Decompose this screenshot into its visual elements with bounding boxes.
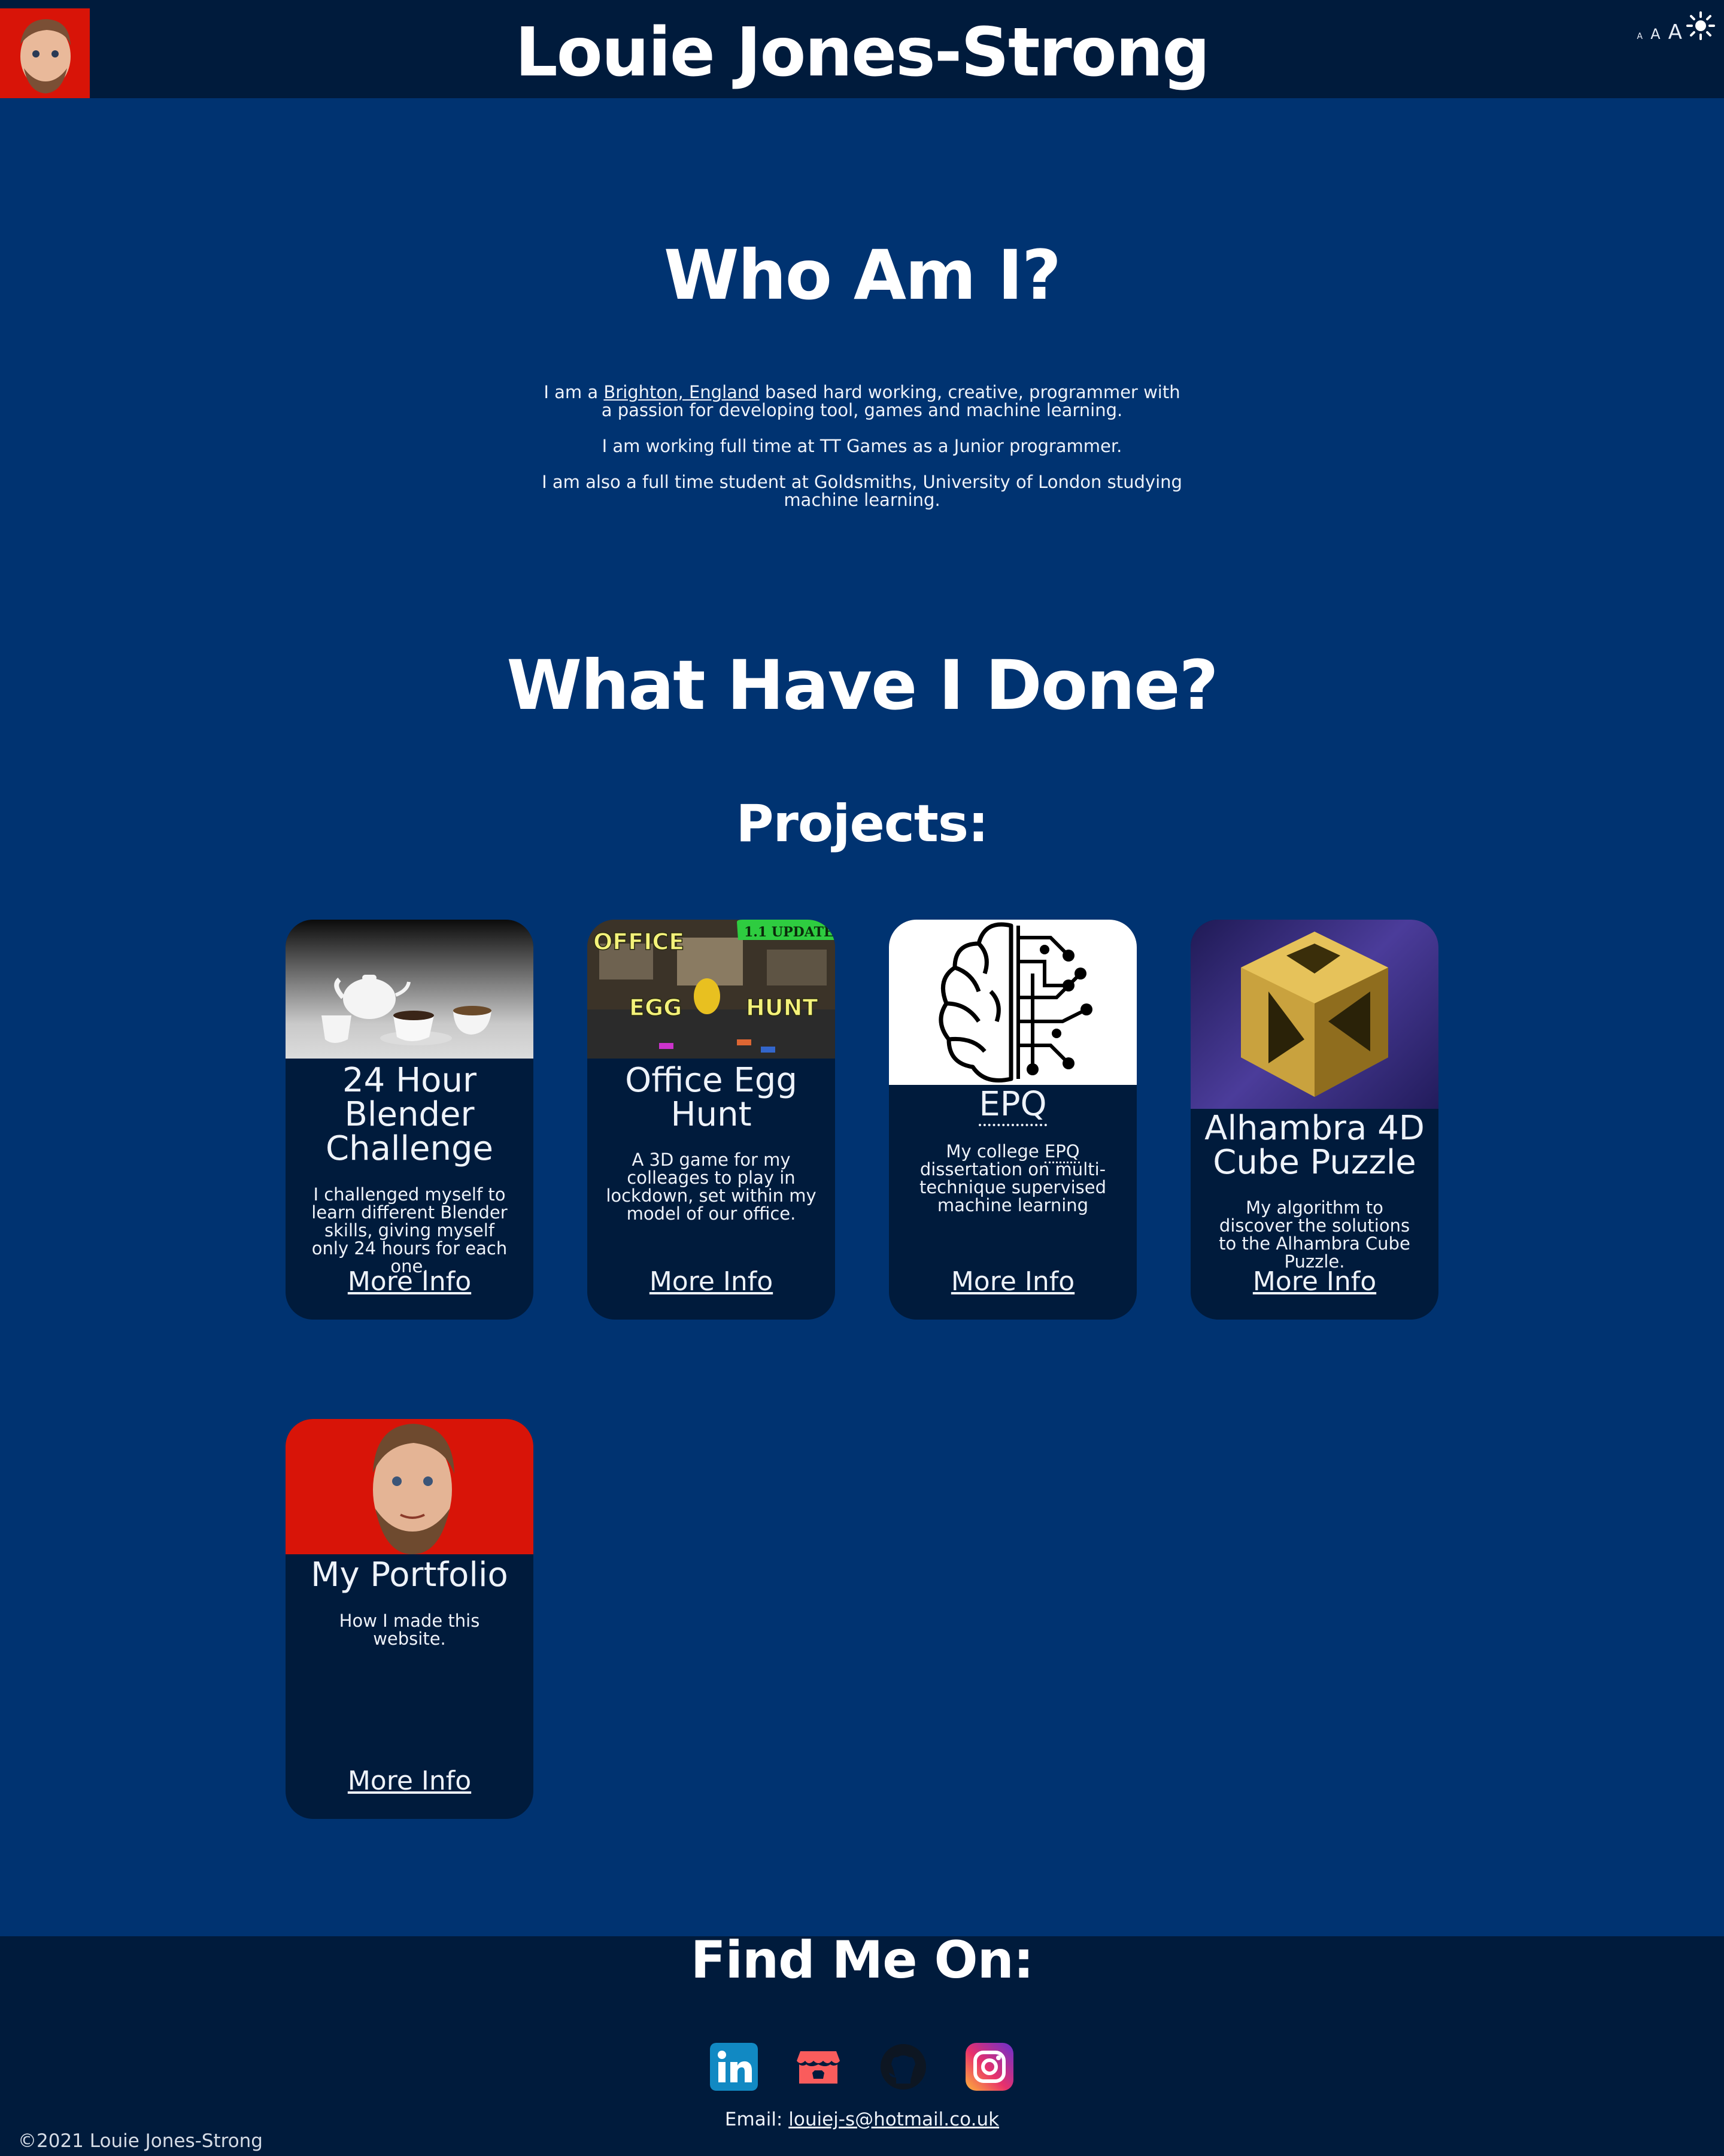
itchio-icon[interactable] bbox=[794, 2043, 842, 2091]
font-size-small-button[interactable]: A bbox=[1637, 32, 1643, 41]
about-text: I am a Brighton, England based hard work… bbox=[539, 383, 1185, 527]
about-heading: Who Am I? bbox=[663, 235, 1061, 315]
about-study: I am also a full time student at Goldsmi… bbox=[542, 472, 1182, 510]
svg-text:HUNT: HUNT bbox=[746, 994, 818, 1021]
about-intro: I am a Brighton, England based hard work… bbox=[544, 382, 1180, 420]
instagram-icon[interactable] bbox=[966, 2043, 1013, 2091]
epq-abbr: EPQ bbox=[979, 1085, 1047, 1126]
more-info-link[interactable]: More Info bbox=[587, 1267, 835, 1297]
project-description: I challenged myself to learn different B… bbox=[311, 1184, 508, 1276]
project-card-epq[interactable]: EPQ My college EPQ dissertation on multi… bbox=[889, 920, 1137, 1320]
project-card-alhambra[interactable]: Alhambra 4D Cube Puzzle My algorithm to … bbox=[1191, 920, 1438, 1320]
about-job: I am working full time at TT Games as a … bbox=[602, 436, 1122, 456]
project-title: Office Egg Hunt bbox=[625, 1061, 797, 1134]
project-description: How I made this website. bbox=[339, 1611, 480, 1649]
teapot-cups-render-icon bbox=[286, 920, 533, 1059]
font-size-large-button[interactable]: A bbox=[1668, 20, 1682, 44]
project-title: My Portfolio bbox=[311, 1555, 508, 1594]
brain-circuit-icon bbox=[889, 920, 1137, 1085]
more-info-link[interactable]: More Info bbox=[286, 1267, 533, 1297]
work-heading: What Have I Done? bbox=[506, 645, 1218, 725]
gold-cube-puzzle-icon bbox=[1191, 920, 1438, 1109]
more-info-link[interactable]: More Info bbox=[1191, 1267, 1438, 1297]
linkedin-icon[interactable] bbox=[710, 2043, 758, 2091]
font-size-controls: A A A bbox=[1637, 20, 1687, 44]
project-title: 24 Hour Blender Challenge bbox=[326, 1061, 493, 1168]
email-link[interactable]: louiej-s@hotmail.co.uk bbox=[788, 2109, 999, 2130]
location-link[interactable]: Brighton, England bbox=[603, 382, 759, 402]
email-line: Email: louiej-s@hotmail.co.uk bbox=[724, 2109, 1000, 2130]
project-title: Alhambra 4D Cube Puzzle bbox=[1204, 1109, 1425, 1182]
project-description: A 3D game for my colleages to play in lo… bbox=[606, 1150, 817, 1224]
sun-icon[interactable] bbox=[1686, 11, 1716, 41]
copyright: ©2021 Louie Jones-Strong bbox=[18, 2130, 263, 2152]
svg-text:EGG: EGG bbox=[629, 994, 682, 1021]
project-description: My college EPQ dissertation on multi-tec… bbox=[919, 1141, 1107, 1215]
project-title: EPQ bbox=[889, 1085, 1137, 1126]
more-info-link[interactable]: More Info bbox=[286, 1766, 533, 1796]
project-description: My algorithm to discover the solutions t… bbox=[1219, 1197, 1410, 1272]
projects-heading: Projects: bbox=[736, 794, 989, 854]
svg-text:1.1 UPDATE: 1.1 UPDATE bbox=[744, 924, 834, 940]
office-egg-hunt-cover-icon: OFFICE 1.1 UPDATE EGG HUNT bbox=[587, 920, 835, 1059]
project-card-portfolio[interactable]: My Portfolio How I made this website. Mo… bbox=[286, 1419, 533, 1819]
more-info-link[interactable]: More Info bbox=[889, 1267, 1137, 1297]
github-icon[interactable] bbox=[879, 2043, 927, 2091]
project-card-egg-hunt[interactable]: OFFICE 1.1 UPDATE EGG HUNT Office Egg Hu… bbox=[587, 920, 835, 1320]
footer-heading: Find Me On: bbox=[690, 1930, 1034, 1990]
project-card-blender[interactable]: 24 Hour Blender Challenge I challenged m… bbox=[286, 920, 533, 1320]
svg-text:OFFICE: OFFICE bbox=[593, 929, 684, 955]
site-title: Louie Jones-Strong bbox=[515, 14, 1210, 92]
portfolio-avatar-icon bbox=[286, 1419, 533, 1554]
font-size-medium-button[interactable]: A bbox=[1650, 26, 1660, 43]
